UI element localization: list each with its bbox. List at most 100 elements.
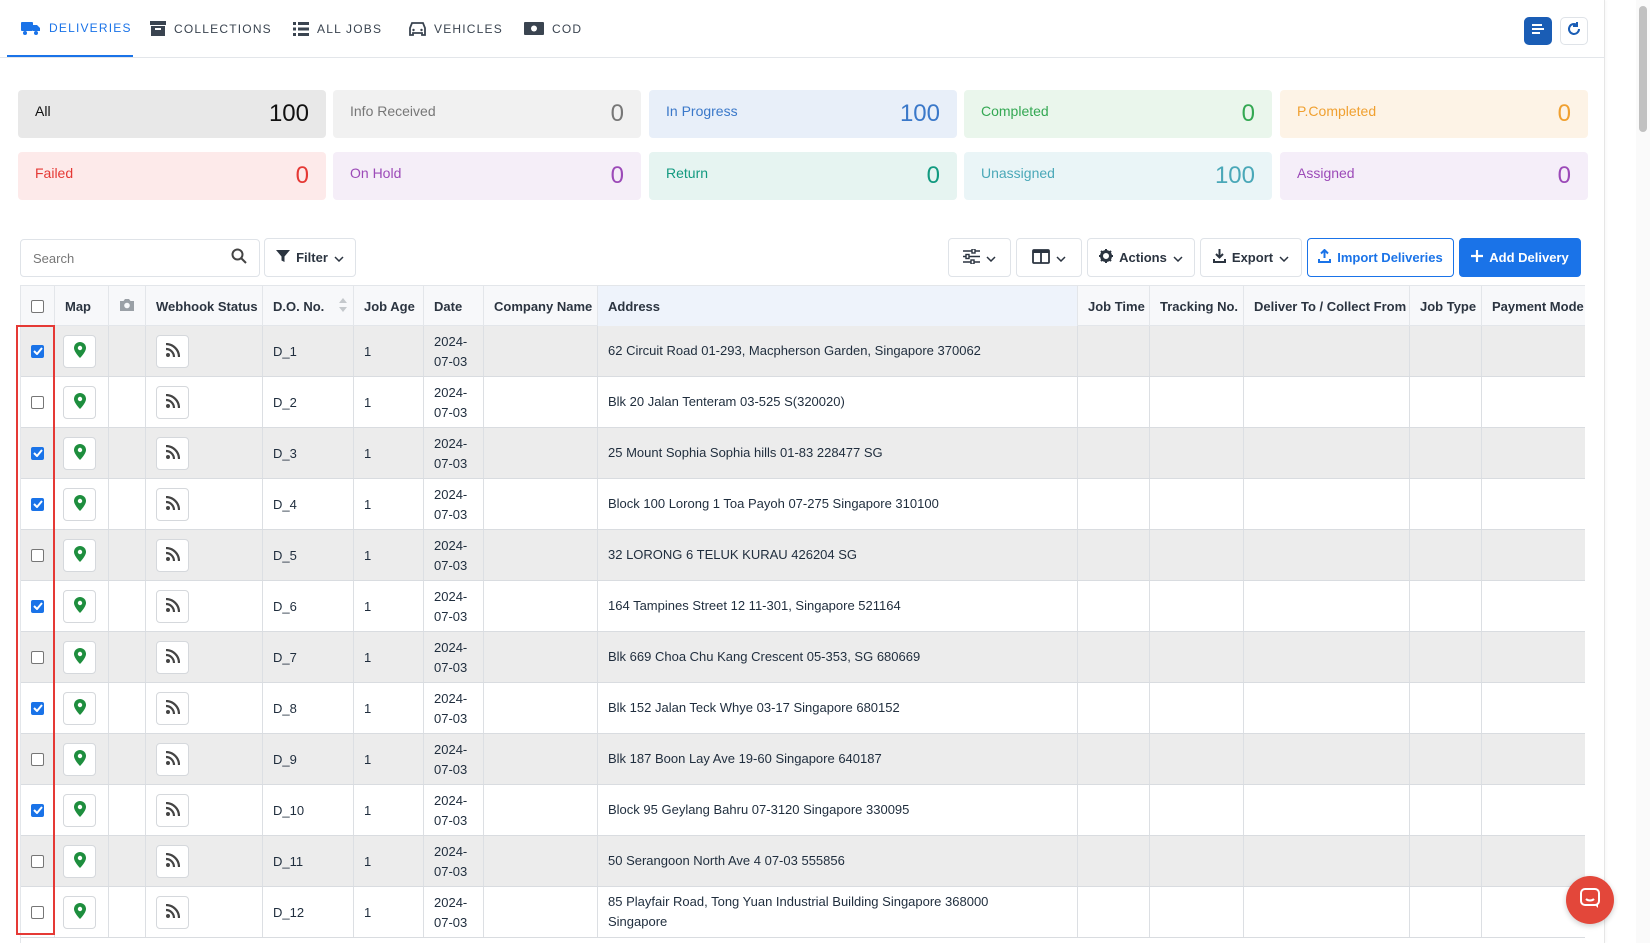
map-pin-button[interactable] — [63, 538, 96, 572]
webhook-status-button[interactable] — [156, 487, 189, 521]
status-card-unassigned[interactable]: Unassigned 100 — [964, 152, 1272, 200]
row-do-no[interactable]: D_7 — [263, 632, 354, 682]
status-card-completed[interactable]: Completed 0 — [964, 90, 1272, 138]
webhook-status-button[interactable] — [156, 538, 189, 572]
map-pin-button[interactable] — [63, 895, 96, 929]
table-row[interactable]: D_11 1 2024- 07-03 50 Serangoon North Ave 4 … — [21, 836, 1585, 887]
row-do-no[interactable]: D_1 — [263, 326, 354, 376]
table-row[interactable]: D_6 1 2024- 07-03 164 Tampines Street 12 11-… — [21, 581, 1585, 632]
map-pin-button[interactable] — [63, 844, 96, 878]
row-do-no[interactable]: D_10 — [263, 785, 354, 835]
chat-launcher-button[interactable] — [1566, 876, 1614, 924]
table-row[interactable]: D_2 1 2024- 07-03 Blk 20 Jalan Tenteram 03-5… — [21, 377, 1585, 428]
row-do-no[interactable]: D_3 — [263, 428, 354, 478]
row-checkbox[interactable] — [31, 854, 44, 868]
map-pin-button[interactable] — [63, 793, 96, 827]
row-checkbox[interactable] — [31, 599, 44, 613]
map-pin-button[interactable] — [63, 385, 96, 419]
header-map[interactable]: Map — [55, 286, 109, 326]
table-row[interactable]: D_5 1 2024- 07-03 32 LORONG 6 TELUK KURAU 42… — [21, 530, 1585, 581]
webhook-status-button[interactable] — [156, 793, 189, 827]
row-checkbox[interactable] — [31, 497, 44, 511]
search-input[interactable] — [33, 250, 223, 266]
row-do-no[interactable]: D_12 — [263, 887, 354, 937]
row-checkbox[interactable] — [31, 701, 44, 715]
columns-button[interactable] — [1016, 238, 1082, 277]
settings-sliders-button[interactable] — [948, 238, 1011, 277]
row-checkbox[interactable] — [31, 344, 44, 358]
row-do-no[interactable]: D_5 — [263, 530, 354, 580]
tab-collections[interactable]: COLLECTIONS — [150, 0, 272, 57]
row-do-no[interactable]: D_2 — [263, 377, 354, 427]
row-do-no[interactable]: D_11 — [263, 836, 354, 886]
status-card-assigned[interactable]: Assigned 0 — [1280, 152, 1588, 200]
tab-all-jobs[interactable]: ALL JOBS — [293, 0, 382, 57]
actions-button[interactable]: Actions — [1087, 238, 1195, 277]
webhook-status-button[interactable] — [156, 742, 189, 776]
header-tracking-no[interactable]: Tracking No. — [1150, 286, 1244, 326]
header-address[interactable]: Address — [598, 286, 1078, 326]
table-row[interactable]: D_9 1 2024- 07-03 Blk 187 Boon Lay Ave 19-60… — [21, 734, 1585, 785]
header-date[interactable]: Date — [424, 286, 484, 326]
page-scrollbar[interactable] — [1636, 0, 1650, 943]
webhook-status-button[interactable] — [156, 436, 189, 470]
row-checkbox[interactable] — [31, 446, 44, 460]
status-card-return[interactable]: Return 0 — [649, 152, 957, 200]
refresh-button[interactable] — [1560, 17, 1588, 45]
header-job-type[interactable]: Job Type — [1410, 286, 1482, 326]
status-card-on-hold[interactable]: On Hold 0 — [333, 152, 641, 200]
export-button[interactable]: Export — [1200, 238, 1302, 277]
status-card-failed[interactable]: Failed 0 — [18, 152, 326, 200]
table-row[interactable]: D_7 1 2024- 07-03 Blk 669 Choa Chu Kang Cres… — [21, 632, 1585, 683]
table-row[interactable]: D_1 1 2024- 07-03 62 Circuit Road 01-293, Ma… — [21, 326, 1585, 377]
add-delivery-button[interactable]: Add Delivery — [1459, 238, 1581, 277]
map-pin-button[interactable] — [63, 436, 96, 470]
webhook-status-button[interactable] — [156, 589, 189, 623]
row-checkbox[interactable] — [31, 905, 44, 919]
document-list-button[interactable] — [1524, 17, 1552, 45]
map-pin-button[interactable] — [63, 640, 96, 674]
header-company-name[interactable]: Company Name — [484, 286, 598, 326]
select-all-checkbox[interactable] — [31, 299, 44, 313]
sort-icon[interactable] — [339, 297, 347, 315]
status-card-p-completed[interactable]: P.Completed 0 — [1280, 90, 1588, 138]
map-pin-button[interactable] — [63, 691, 96, 725]
row-do-no[interactable]: D_8 — [263, 683, 354, 733]
row-do-no[interactable]: D_9 — [263, 734, 354, 784]
filter-button[interactable]: Filter — [264, 238, 356, 277]
import-deliveries-button[interactable]: Import Deliveries — [1307, 238, 1454, 277]
header-webhook-status[interactable]: Webhook Status — [146, 286, 263, 326]
tab-cod[interactable]: COD — [524, 0, 582, 57]
row-checkbox[interactable] — [31, 548, 44, 562]
webhook-status-button[interactable] — [156, 691, 189, 725]
webhook-status-button[interactable] — [156, 334, 189, 368]
map-pin-button[interactable] — [63, 334, 96, 368]
status-card-all[interactable]: All 100 — [18, 90, 326, 138]
row-do-no[interactable]: D_6 — [263, 581, 354, 631]
table-row[interactable]: D_3 1 2024- 07-03 25 Mount Sophia Sophia hil… — [21, 428, 1585, 479]
header-payment-mode[interactable]: Payment Mode — [1482, 286, 1585, 326]
table-row[interactable]: D_8 1 2024- 07-03 Blk 152 Jalan Teck Whye 03… — [21, 683, 1585, 734]
row-checkbox[interactable] — [31, 650, 44, 664]
header-job-time[interactable]: Job Time — [1078, 286, 1150, 326]
table-row[interactable]: D_12 1 2024- 07-03 85 Playfair Road, Tong Yu… — [21, 887, 1585, 938]
status-card-in-progress[interactable]: In Progress 100 — [649, 90, 957, 138]
table-row[interactable]: D_4 1 2024- 07-03 Block 100 Lorong 1 Toa Pay… — [21, 479, 1585, 530]
header-do-no[interactable]: D.O. No. — [263, 286, 354, 326]
header-deliver-to[interactable]: Deliver To / Collect From — [1244, 286, 1410, 326]
webhook-status-button[interactable] — [156, 844, 189, 878]
row-checkbox[interactable] — [31, 752, 44, 766]
page-scrollbar-thumb[interactable] — [1639, 6, 1647, 132]
row-checkbox[interactable] — [31, 395, 44, 409]
table-row[interactable]: D_10 1 2024- 07-03 Block 95 Geylang Bahru 07… — [21, 785, 1585, 836]
status-card-info-received[interactable]: Info Received 0 — [333, 90, 641, 138]
search-icon[interactable] — [231, 248, 247, 269]
webhook-status-button[interactable] — [156, 640, 189, 674]
header-job-age[interactable]: Job Age — [354, 286, 424, 326]
row-do-no[interactable]: D_4 — [263, 479, 354, 529]
map-pin-button[interactable] — [63, 742, 96, 776]
tab-deliveries[interactable]: DELIVERIES — [7, 0, 133, 57]
row-checkbox[interactable] — [31, 803, 44, 817]
webhook-status-button[interactable] — [156, 895, 189, 929]
webhook-status-button[interactable] — [156, 385, 189, 419]
